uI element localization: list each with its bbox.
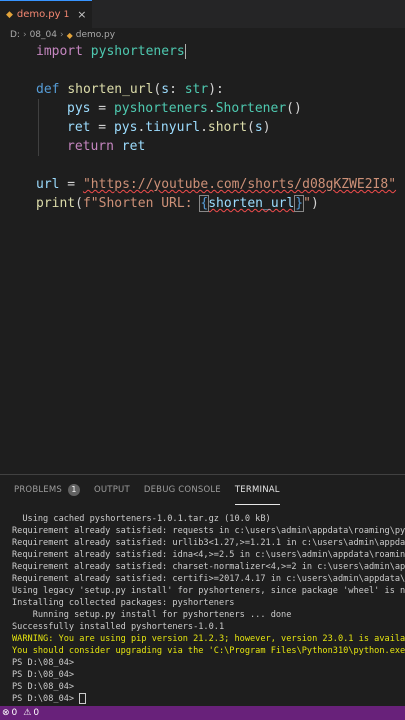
terminal-line: Installing collected packages: pyshorten…	[12, 598, 235, 608]
warning-icon: ⚠	[23, 708, 32, 718]
close-icon[interactable]: ×	[77, 8, 86, 21]
operator: =	[90, 120, 114, 135]
problems-status[interactable]: ⊗ 0	[2, 708, 17, 718]
variable: pys	[113, 120, 138, 135]
function-call: print	[36, 196, 76, 211]
breadcrumb-file[interactable]: demo.py	[76, 30, 115, 40]
variable: url	[36, 177, 60, 192]
terminal-line: Requirement already satisfied: certifi>=…	[12, 574, 405, 584]
terminal-line: Successfully installed pyshorteners-1.0.…	[12, 622, 225, 632]
variable: ret	[67, 120, 91, 135]
python-file-icon: ◆	[66, 30, 73, 40]
terminal-cursor	[79, 693, 87, 704]
module-name: pyshorteners	[113, 101, 208, 116]
keyword-import: import	[36, 44, 83, 59]
terminal-line: Requirement already satisfied: charset-n…	[12, 562, 405, 572]
paren: (	[247, 120, 255, 135]
problems-badge: 1	[68, 484, 80, 496]
method-name: short	[207, 120, 248, 135]
breadcrumb-drive[interactable]: D:	[10, 30, 20, 40]
variable: ret	[121, 139, 146, 154]
module-name: pyshorteners	[90, 44, 185, 59]
brace: }	[294, 195, 305, 212]
tab-debug-console[interactable]: DEBUG CONSOLE	[144, 475, 221, 505]
tab-output[interactable]: OUTPUT	[94, 475, 130, 505]
panel-tabs: PROBLEMS 1 OUTPUT DEBUG CONSOLE TERMINAL	[0, 475, 405, 505]
editor-tab-bar: ◆ demo.py 1 ×	[0, 0, 405, 28]
fstring-expression: shorten_url	[208, 196, 295, 211]
terminal-prompt: PS D:\08_04>	[12, 670, 75, 680]
tab-terminal[interactable]: TERMINAL	[234, 475, 280, 505]
chevron-right-icon: ›	[22, 30, 27, 40]
text-cursor	[184, 44, 186, 59]
terminal-warning-line: You should consider upgrading via the 'C…	[12, 646, 405, 656]
code-line-7[interactable]: print(f"Shorten URL: {shorten_url}")	[36, 194, 319, 213]
variable: pys	[67, 101, 91, 116]
terminal-prompt-active[interactable]: PS D:\08_04>	[12, 693, 405, 705]
breadcrumb: D: › 08_04 › ◆ demo.py	[0, 28, 405, 42]
code-line-6[interactable]: url = "https://youtube.com/shorts/d08gKZ…	[36, 175, 396, 194]
tab-label: TERMINAL	[234, 484, 280, 495]
code-line-3[interactable]: pys = pyshorteners.Shortener()	[67, 99, 302, 118]
terminal-line: Using legacy 'setup.py install' for pysh…	[12, 586, 405, 596]
paren: (	[75, 196, 83, 211]
keyword-def: def	[36, 82, 60, 97]
code-line-4[interactable]: ret = pys.tinyurl.short(s)	[67, 118, 271, 137]
fstring-text: "	[303, 196, 311, 211]
terminal-warning-line: WARNING: You are using pip version 21.2.…	[12, 634, 405, 644]
operator: =	[90, 101, 114, 116]
breadcrumb-folder[interactable]: 08_04	[30, 30, 57, 40]
code-line-1[interactable]: import pyshorteners	[36, 42, 186, 61]
error-count: 0	[11, 708, 18, 718]
prompt-text: PS D:\08_04>	[12, 694, 80, 704]
terminal-line: Requirement already satisfied: requests …	[12, 526, 405, 536]
terminal-output[interactable]: Using cached pyshorteners-1.0.1.tar.gz (…	[12, 513, 405, 707]
terminal-prompt: PS D:\08_04>	[12, 658, 75, 668]
code-editor[interactable]: import pyshorteners def shorten_url(s: s…	[0, 42, 405, 474]
tab-problem-count: 1	[63, 9, 70, 20]
paren: )	[310, 196, 319, 211]
tab-label: OUTPUT	[94, 485, 130, 495]
tab-problems[interactable]: PROBLEMS 1	[14, 475, 80, 505]
warning-count: 0	[33, 708, 40, 718]
indent-guide	[38, 99, 39, 156]
terminal-line: Requirement already satisfied: idna<4,>=…	[12, 550, 405, 560]
error-icon: ⊗	[2, 708, 10, 718]
colon: :	[169, 82, 185, 97]
attribute: tinyurl	[145, 120, 201, 135]
chevron-right-icon: ›	[59, 30, 64, 40]
paren: ):	[208, 82, 224, 97]
status-bar: ⊗ 0 ⚠ 0	[0, 706, 405, 720]
keyword-return: return	[67, 139, 114, 154]
terminal-line: Using cached pyshorteners-1.0.1.tar.gz (…	[12, 514, 271, 524]
python-file-icon: ◆	[6, 9, 13, 20]
tab-label: demo.py	[16, 9, 61, 20]
string-literal: "https://youtube.com/shorts/d08gKZWE2I8"	[82, 177, 397, 192]
warnings-status[interactable]: ⚠ 0	[23, 708, 39, 718]
dot: .	[207, 101, 216, 116]
type-annotation: str	[184, 82, 209, 97]
terminal-line: Requirement already satisfied: urllib3<1…	[12, 538, 405, 548]
bottom-panel: PROBLEMS 1 OUTPUT DEBUG CONSOLE TERMINAL …	[0, 474, 405, 706]
code-line-5[interactable]: return ret	[67, 137, 145, 156]
dot: .	[200, 120, 208, 135]
argument: s	[254, 120, 263, 135]
tab-label: DEBUG CONSOLE	[143, 485, 221, 495]
operator: =	[59, 177, 83, 192]
class-name: Shortener	[215, 101, 287, 116]
fstring-text: f"Shorten URL:	[82, 196, 201, 211]
paren: ()	[286, 101, 302, 116]
code-line-2[interactable]: def shorten_url(s: str):	[36, 80, 224, 99]
tab-label: PROBLEMS	[14, 485, 62, 495]
paren: )	[262, 120, 271, 135]
param-name: s	[161, 82, 170, 97]
terminal-prompt: PS D:\08_04>	[12, 682, 75, 692]
terminal-line: Running setup.py install for pyshortener…	[12, 610, 292, 620]
tab-demo-py[interactable]: ◆ demo.py 1 ×	[0, 0, 92, 28]
function-name: shorten_url	[67, 82, 154, 97]
